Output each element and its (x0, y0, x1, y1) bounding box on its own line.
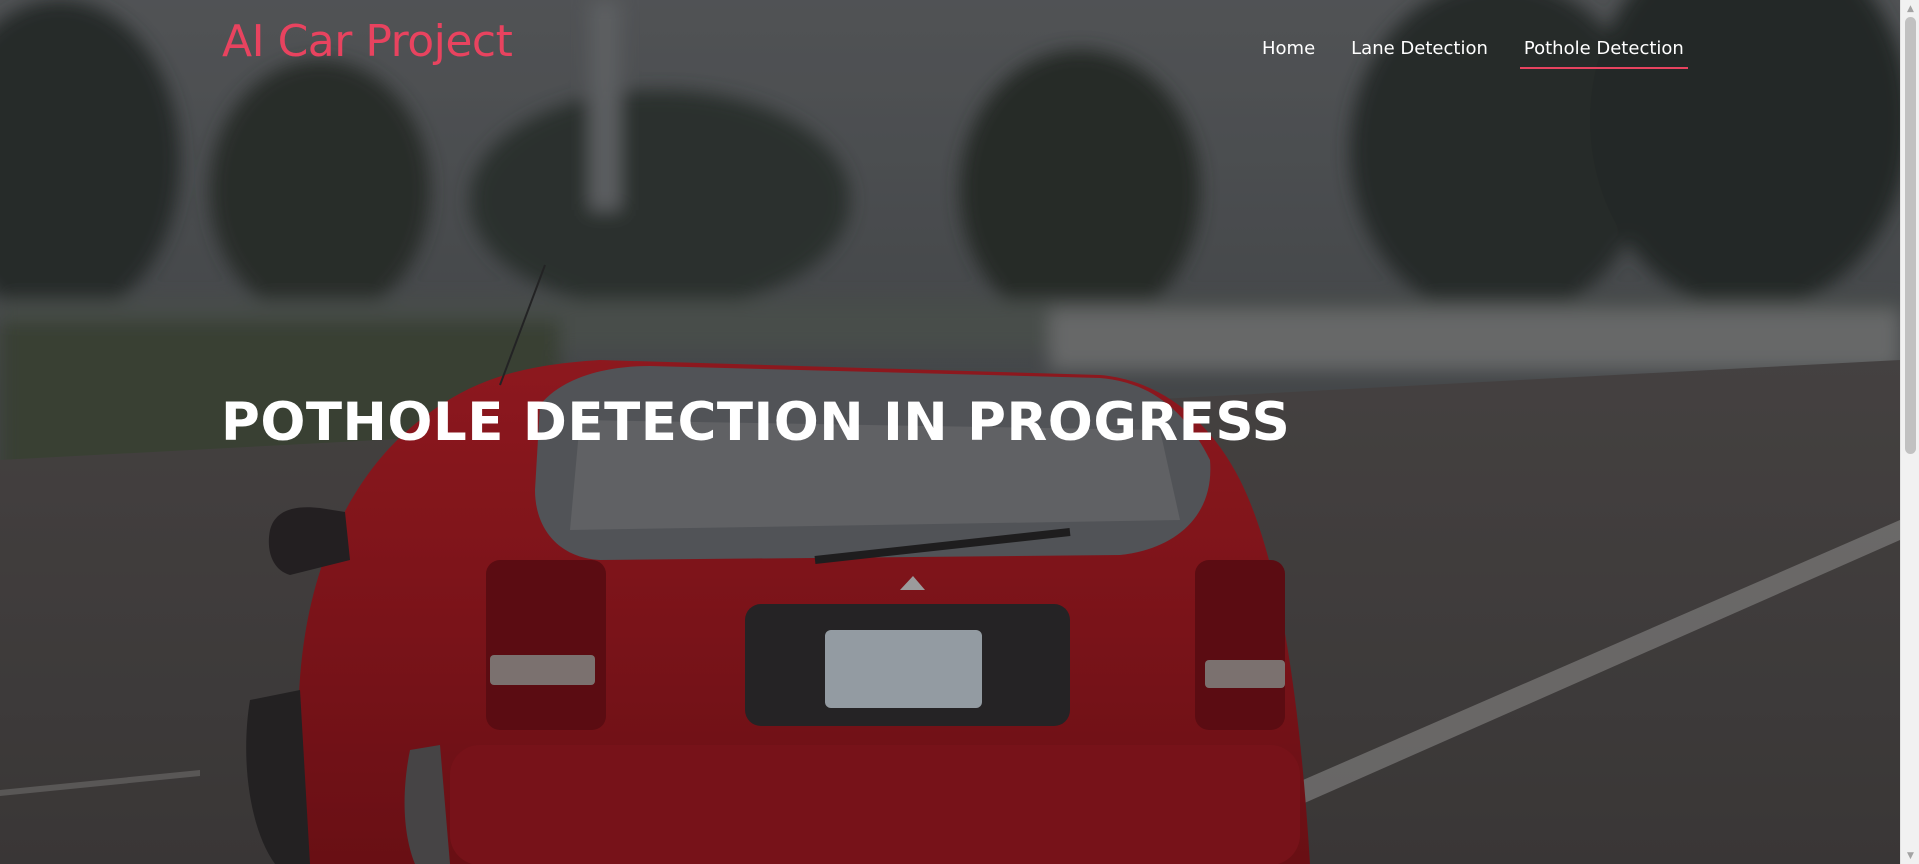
nav-item-pothole-detection[interactable]: Pothole Detection (1519, 36, 1688, 69)
page-scrollbar[interactable]: ▲ ▼ (1900, 0, 1919, 864)
hero-section: AI Car Project Home Lane Detection Potho… (0, 0, 1900, 864)
hero-headline: POTHOLE DETECTION IN PROGRESS (221, 392, 1291, 453)
main-nav: Home Lane Detection Pothole Detection (1258, 36, 1716, 69)
scroll-up-arrow-icon[interactable]: ▲ (1901, 0, 1919, 17)
brand-logo-link[interactable]: AI Car Project (222, 16, 513, 67)
scrollbar-thumb[interactable] (1905, 17, 1916, 454)
scroll-down-arrow-icon[interactable]: ▼ (1901, 847, 1919, 864)
nav-item-home[interactable]: Home (1258, 36, 1319, 69)
nav-item-lane-detection[interactable]: Lane Detection (1347, 36, 1492, 69)
